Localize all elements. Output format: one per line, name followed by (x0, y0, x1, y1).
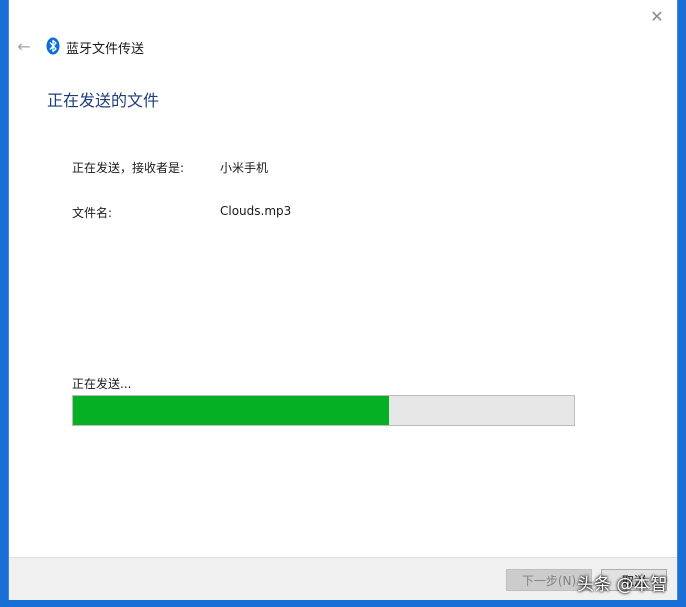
watermark: 头条 @本智 (577, 575, 668, 595)
progress-bar-fill (73, 396, 389, 425)
recipient-value: 小米手机 (220, 161, 269, 175)
window-title: 蓝牙文件传送 (66, 42, 145, 57)
bluetooth-transfer-window: ✕ ← 蓝牙文件传送 正在发送的文件 正在发送，接收者是: 小米手机 文件名: … (8, 0, 678, 600)
filename-value: Clouds.mp3 (220, 204, 292, 218)
progress-bar (72, 395, 575, 426)
recipient-label: 正在发送，接收者是: (72, 161, 185, 175)
status-text: 正在发送... (72, 377, 132, 391)
back-arrow-icon: ← (17, 36, 31, 56)
back-button[interactable]: ← (14, 36, 34, 56)
page-heading: 正在发送的文件 (47, 91, 160, 110)
close-button[interactable]: ✕ (647, 6, 667, 26)
filename-label: 文件名: (72, 206, 113, 220)
close-icon: ✕ (650, 6, 664, 26)
bluetooth-icon (46, 37, 60, 55)
